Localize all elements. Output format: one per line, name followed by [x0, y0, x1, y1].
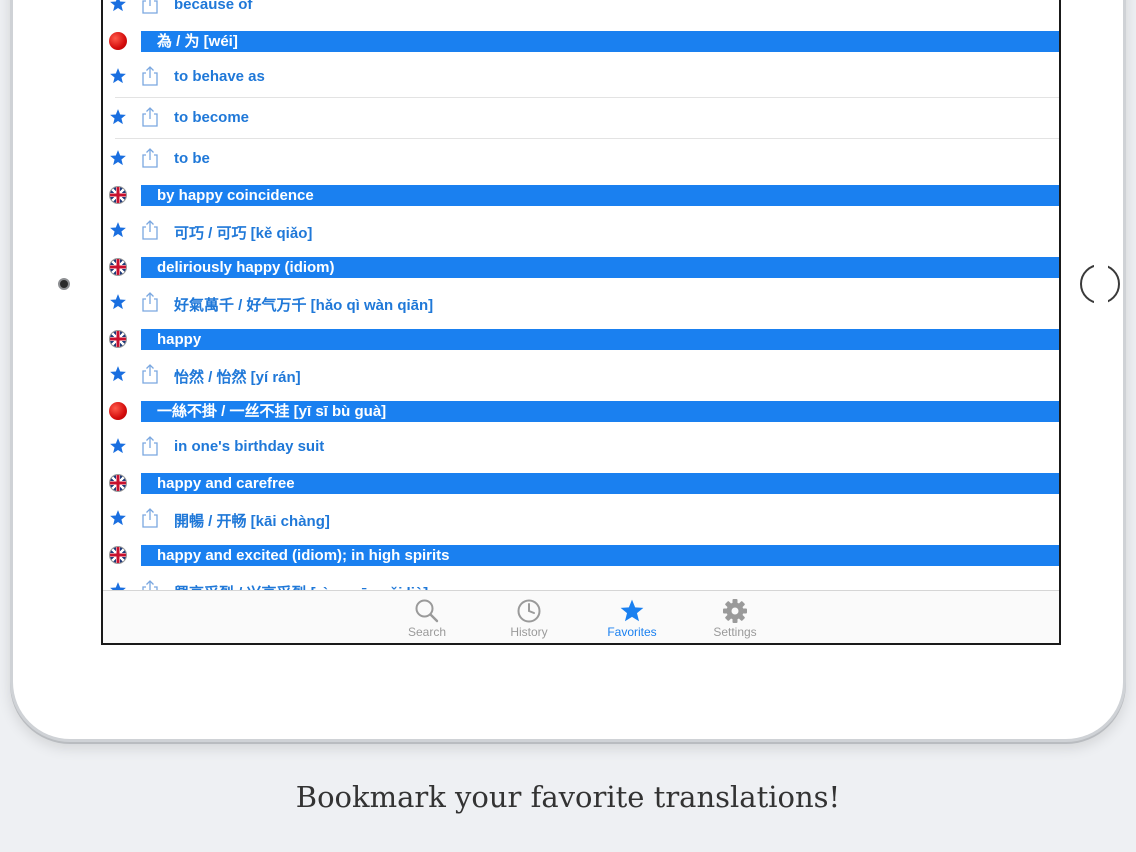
tab-label: History	[510, 625, 548, 639]
translation-text: because of	[174, 0, 253, 13]
favorites-list[interactable]: 為 / 为 [wèi]because of為 / 为 [wéi]to behav…	[103, 0, 1059, 645]
star-icon[interactable]	[109, 149, 127, 167]
tab-label: Settings	[713, 625, 757, 639]
tab-search[interactable]: Search	[387, 597, 467, 639]
list-item[interactable]: 好氣萬千 / 好气万千 [hǎo qì wàn qiān]	[103, 283, 1059, 324]
list-item[interactable]: in one's birthday suit	[103, 427, 1059, 468]
star-icon[interactable]	[109, 0, 127, 13]
tab-label: Search	[407, 625, 447, 639]
star-icon[interactable]	[109, 221, 127, 239]
section-header: happy and excited (idiom); in high spiri…	[103, 540, 1059, 571]
search-icon	[387, 597, 467, 625]
tab-history[interactable]: History	[489, 597, 569, 639]
section-header: happy	[103, 324, 1059, 355]
translation-text: 好氣萬千 / 好气万千 [hǎo qì wàn qiān]	[174, 297, 434, 314]
list-item[interactable]: because of	[103, 0, 1059, 26]
translation-text: to behave as	[174, 68, 265, 85]
clock-icon	[489, 597, 569, 625]
share-icon[interactable]	[141, 66, 159, 86]
list-item[interactable]: 可巧 / 可巧 [kě qiǎo]	[103, 211, 1059, 252]
tab-favorites[interactable]: Favorites	[592, 597, 672, 639]
list-item[interactable]: to become	[103, 98, 1059, 139]
translation-text: to become	[174, 109, 250, 126]
list-item[interactable]: 怡然 / 怡然 [yí rán]	[103, 355, 1059, 396]
tab-bar: Search History Favorites Settings	[103, 590, 1059, 643]
list-item[interactable]: 開暢 / 开畅 [kāi chàng]	[103, 499, 1059, 540]
uk-flag-icon	[109, 546, 127, 564]
section-header-label: happy and carefree	[141, 473, 1059, 494]
section-header: 為 / 为 [wéi]	[103, 26, 1059, 57]
gear-icon	[695, 597, 775, 625]
translation-text: to be	[174, 150, 210, 167]
share-icon[interactable]	[141, 148, 159, 168]
tab-label: Favorites	[607, 625, 657, 639]
share-icon[interactable]	[141, 508, 159, 528]
section-header-label: 一絲不掛 / 一丝不挂 [yī sī bù guà]	[141, 401, 1059, 422]
translation-text: in one's birthday suit	[174, 438, 325, 455]
tab-settings[interactable]: Settings	[695, 597, 775, 639]
uk-flag-icon	[109, 474, 127, 492]
star-icon[interactable]	[109, 108, 127, 126]
star-icon[interactable]	[109, 437, 127, 455]
ipad-frame: 為 / 为 [wèi]because of為 / 为 [wéi]to behav…	[10, 0, 1126, 742]
star-icon[interactable]	[109, 293, 127, 311]
uk-flag-icon	[109, 186, 127, 204]
share-icon[interactable]	[141, 0, 159, 14]
section-header-label: by happy coincidence	[141, 185, 1059, 206]
star-icon[interactable]	[109, 365, 127, 383]
share-icon[interactable]	[141, 364, 159, 384]
translation-text: 可巧 / 可巧 [kě qiǎo]	[174, 225, 313, 242]
section-header-label: happy	[141, 329, 1059, 350]
share-icon[interactable]	[141, 292, 159, 312]
section-header-label: happy and excited (idiom); in high spiri…	[141, 545, 1059, 566]
star-icon	[592, 597, 672, 625]
section-header: 一絲不掛 / 一丝不挂 [yī sī bù guà]	[103, 396, 1059, 427]
translation-text: 怡然 / 怡然 [yí rán]	[174, 369, 301, 386]
list-item[interactable]: to behave as	[103, 57, 1059, 98]
list-item[interactable]: to be	[103, 139, 1059, 180]
china-flag-icon	[109, 402, 127, 420]
section-header-label: deliriously happy (idiom)	[141, 257, 1059, 278]
translation-text: 開暢 / 开畅 [kāi chàng]	[174, 513, 330, 530]
star-icon[interactable]	[109, 509, 127, 527]
app-screen: 為 / 为 [wèi]because of為 / 为 [wéi]to behav…	[101, 0, 1061, 645]
china-flag-icon	[109, 32, 127, 50]
home-button[interactable]	[1080, 264, 1120, 304]
front-camera	[58, 278, 70, 290]
share-icon[interactable]	[141, 107, 159, 127]
share-icon[interactable]	[141, 436, 159, 456]
share-icon[interactable]	[141, 220, 159, 240]
uk-flag-icon	[109, 330, 127, 348]
star-icon[interactable]	[109, 67, 127, 85]
marketing-caption: Bookmark your favorite translations!	[295, 780, 841, 814]
section-header: happy and carefree	[103, 468, 1059, 499]
section-header-label: 為 / 为 [wéi]	[141, 31, 1059, 52]
section-header: deliriously happy (idiom)	[103, 252, 1059, 283]
uk-flag-icon	[109, 258, 127, 276]
section-header: by happy coincidence	[103, 180, 1059, 211]
list-item[interactable]: 享福 / 享福 [xiǎng fú]	[103, 643, 1059, 645]
